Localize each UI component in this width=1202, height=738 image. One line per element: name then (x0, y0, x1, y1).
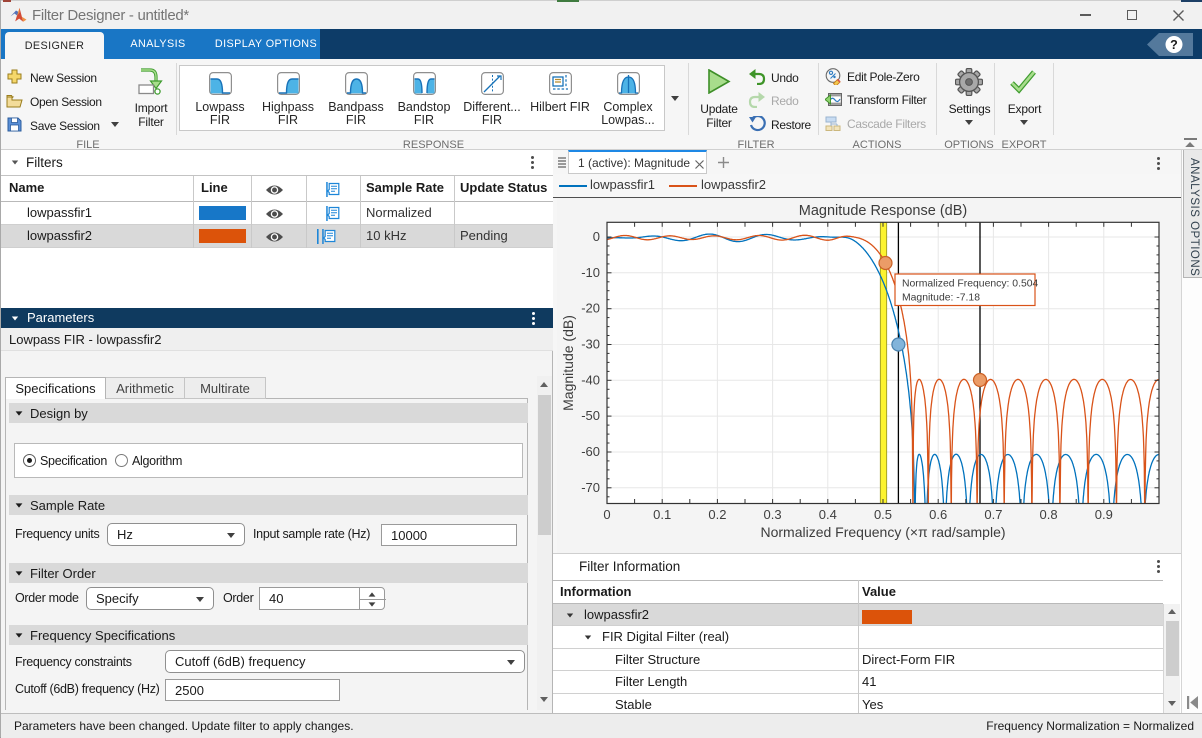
svg-text:0.7: 0.7 (984, 507, 1002, 522)
svg-text:?: ? (1170, 38, 1178, 52)
svg-text:-50: -50 (581, 408, 600, 423)
svg-text:0: 0 (603, 507, 610, 522)
svg-text:0: 0 (593, 229, 600, 244)
svg-text:0.6: 0.6 (929, 507, 947, 522)
svg-text:0.5: 0.5 (874, 507, 892, 522)
svg-text:-40: -40 (581, 372, 600, 387)
svg-text:0.9: 0.9 (1095, 507, 1113, 522)
svg-text:Magnitude Response (dB): Magnitude Response (dB) (799, 203, 967, 219)
svg-text:0.2: 0.2 (708, 507, 726, 522)
svg-text:-60: -60 (581, 444, 600, 459)
svg-text:Magnitude: -7.18: Magnitude: -7.18 (902, 293, 980, 304)
svg-text:Magnitude (dB): Magnitude (dB) (560, 315, 576, 411)
svg-text:0.8: 0.8 (1040, 507, 1058, 522)
svg-text:-10: -10 (581, 265, 600, 280)
svg-text:0.4: 0.4 (819, 507, 837, 522)
svg-text:Normalized Frequency (×π rad/s: Normalized Frequency (×π rad/sample) (760, 524, 1005, 540)
svg-text:-70: -70 (581, 480, 600, 495)
svg-text:-20: -20 (581, 301, 600, 316)
svg-text:0.1: 0.1 (653, 507, 671, 522)
svg-text:0.3: 0.3 (764, 507, 782, 522)
svg-text:Normalized Frequency: 0.504: Normalized Frequency: 0.504 (902, 279, 1039, 290)
svg-text:-30: -30 (581, 337, 600, 352)
